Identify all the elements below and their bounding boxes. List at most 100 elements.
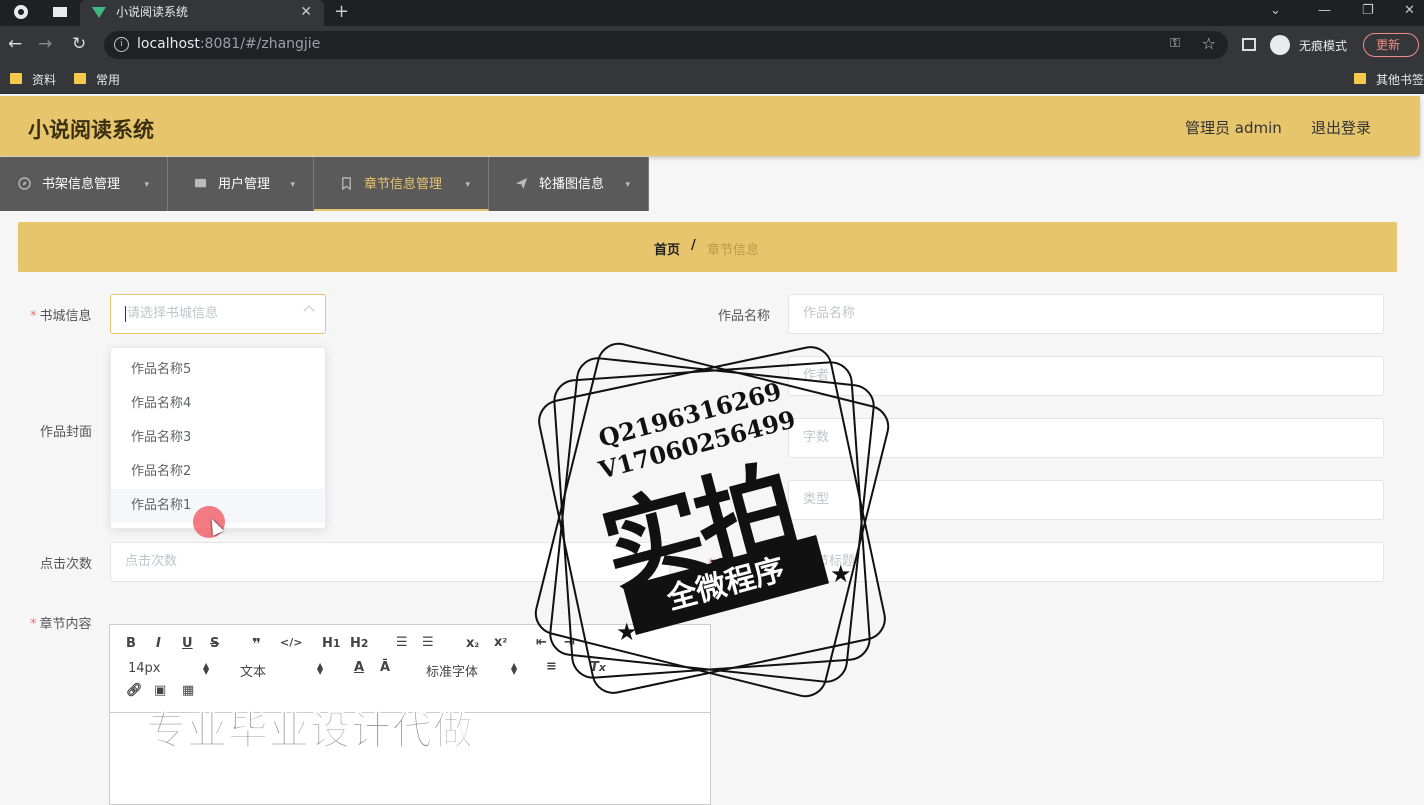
code-block-icon[interactable]: </> [280, 636, 302, 649]
shucheng-dropdown: 作品名称5 作品名称4 作品名称3 作品名称2 作品名称1 [110, 347, 326, 529]
font-family-select[interactable]: 标准字体 [426, 661, 478, 680]
stamp-vx: V17060256499 [595, 404, 799, 485]
bold-icon[interactable]: B [126, 636, 136, 651]
bookmark-label: 其他书签 [1376, 73, 1424, 87]
zuozhe-input[interactable]: 作者 [788, 356, 1384, 396]
tab-search-icon[interactable] [52, 4, 68, 20]
bookmark-star-icon[interactable]: ☆ [1202, 34, 1216, 53]
outdent-icon[interactable]: ⇤ [536, 635, 547, 650]
menu-label: 用户管理 [218, 177, 271, 192]
fengmian-label: 作品封面 [40, 425, 93, 440]
shucheng-select[interactable]: 请选择书城信息 [110, 294, 326, 334]
label-text: 章节标题 [717, 557, 770, 572]
tab-list-chevron-icon[interactable]: ⌄ [1270, 0, 1281, 22]
browser-address-bar: ← → ↻ i localhost:8081/#/zhangjie ⚿ ☆ 无痕… [0, 26, 1424, 64]
neirong-label: * 章节内容 [30, 617, 92, 632]
text-color-icon[interactable]: A [354, 660, 364, 675]
compass-icon [18, 177, 31, 190]
side-panel-icon[interactable] [1242, 38, 1256, 51]
url-text[interactable]: localhost:8081/#/zhangjie [137, 36, 320, 52]
chevron-down-icon: ▾ [465, 180, 470, 190]
bookmark-folder-ziliao[interactable]: 资料 [10, 71, 56, 88]
incognito-label: 无痕模式 [1299, 39, 1348, 53]
select-arrows-icon: ▲ ▼ [317, 661, 324, 676]
strike-icon[interactable]: S [210, 636, 219, 651]
url-host: localhost [137, 36, 200, 52]
close-window-icon[interactable]: ✕ [1404, 0, 1415, 22]
forward-icon[interactable]: → [38, 34, 52, 54]
menu-item-carousel[interactable]: 轮播图信息 ▾ [489, 157, 649, 211]
zuopin-input[interactable]: 作品名称 [788, 294, 1384, 334]
zishu-input[interactable]: 字数 [788, 418, 1384, 458]
header-type-select[interactable]: 文本 [240, 661, 266, 680]
breadcrumb-home[interactable]: 首页 [654, 239, 680, 258]
dropdown-option[interactable]: 作品名称2 [111, 455, 325, 489]
dropdown-option[interactable]: 作品名称4 [111, 387, 325, 421]
blockquote-icon[interactable]: ❞ [252, 635, 261, 653]
bookmark-folder-changyong[interactable]: 常用 [74, 71, 120, 88]
select-placeholder: 请选择书城信息 [127, 306, 219, 321]
subscript-icon[interactable]: x₂ [466, 636, 479, 651]
folder-icon [10, 73, 22, 84]
restore-icon[interactable]: ❐ [1362, 0, 1374, 22]
biaoti-label: * 章节标题 [708, 557, 770, 572]
menu-item-chapters[interactable]: 章节信息管理 ▾ [314, 157, 489, 211]
dianji-label: 点击次数 [40, 557, 93, 572]
align-icon[interactable]: ≡ [546, 659, 557, 674]
underline-icon[interactable]: U [182, 636, 193, 651]
italic-icon[interactable]: I [156, 636, 161, 651]
label-text: 书城信息 [39, 309, 92, 324]
new-tab-icon[interactable]: + [334, 0, 349, 24]
chevron-down-icon: ▾ [144, 180, 149, 190]
dropdown-option[interactable]: 作品名称5 [111, 353, 325, 387]
bookmark-folder-other[interactable]: 其他书签 [1354, 71, 1424, 88]
menu-label: 书架信息管理 [42, 177, 121, 192]
biaoti-input[interactable]: 章节标题 [788, 542, 1384, 582]
font-size-select[interactable]: 14px [128, 661, 161, 676]
back-icon[interactable]: ← [8, 34, 22, 54]
video-icon[interactable]: ▦ [182, 683, 194, 698]
menu-item-bookshelf[interactable]: 书架信息管理 ▾ [0, 157, 168, 211]
chevron-up-icon [303, 305, 315, 317]
background-color-icon[interactable]: Ā [380, 660, 390, 675]
app-root: 小说阅读系统 管理员 admin 退出登录 书架信息管理 ▾ 用户管理 ▾ 章节… [0, 96, 1424, 805]
indent-icon[interactable]: ⇥ [564, 635, 575, 650]
zuopin-label: 作品名称 [718, 309, 771, 324]
stamp-qq: Q2196316269 [595, 376, 785, 453]
dropdown-option[interactable]: 作品名称3 [111, 421, 325, 455]
ordered-list-icon[interactable]: ☰ [396, 635, 408, 650]
h1-icon[interactable]: H1 [322, 636, 340, 651]
bookmark-label: 资料 [32, 73, 57, 87]
incognito-icon [1270, 35, 1290, 55]
select-arrows-icon: ▲ ▼ [511, 661, 518, 676]
breadcrumb: 首页 / 章节信息 [18, 222, 1397, 272]
url-omnibox[interactable]: i localhost:8081/#/zhangjie ⚿ ☆ [104, 31, 1228, 59]
browser-tab-active[interactable]: 小说阅读系统 ✕ [80, 0, 324, 26]
watermark-bottom-text: 专业毕业设计代做 [146, 708, 474, 755]
image-icon[interactable]: ▣ [154, 683, 166, 698]
admin-label: 管理员 admin [1185, 119, 1282, 137]
leibie-input[interactable]: 类型 [788, 480, 1384, 520]
vue-logo-icon [92, 7, 106, 18]
minimize-icon[interactable]: — [1318, 0, 1331, 22]
menu-item-users[interactable]: 用户管理 ▾ [168, 157, 314, 211]
logout-link[interactable]: 退出登录 [1311, 117, 1371, 138]
folder-icon [1354, 73, 1366, 84]
reload-icon[interactable]: ↻ [72, 34, 86, 54]
chat-icon [194, 178, 207, 188]
tab-title: 小说阅读系统 [116, 5, 189, 19]
link-icon[interactable]: 🔗︎ [126, 683, 143, 698]
bullet-list-icon[interactable]: ☰ [422, 635, 434, 650]
update-button[interactable]: 更新 [1363, 33, 1419, 57]
browser-menu-icon[interactable] [13, 4, 29, 20]
chevron-down-icon: ▾ [625, 180, 630, 190]
clear-format-icon[interactable]: Tx [590, 660, 606, 675]
browser-tab-bar: 小说阅读系统 ✕ + ⌄ — ❐ ✕ [0, 0, 1424, 26]
password-key-icon[interactable]: ⚿ [1170, 36, 1180, 51]
tab-close-icon[interactable]: ✕ [300, 0, 312, 24]
site-info-icon[interactable]: i [114, 37, 129, 52]
superscript-icon[interactable]: x² [494, 635, 507, 650]
dianji-input[interactable]: 点击次数 [110, 542, 670, 582]
bookmark-label: 常用 [96, 73, 121, 87]
h2-icon[interactable]: H2 [350, 636, 368, 651]
